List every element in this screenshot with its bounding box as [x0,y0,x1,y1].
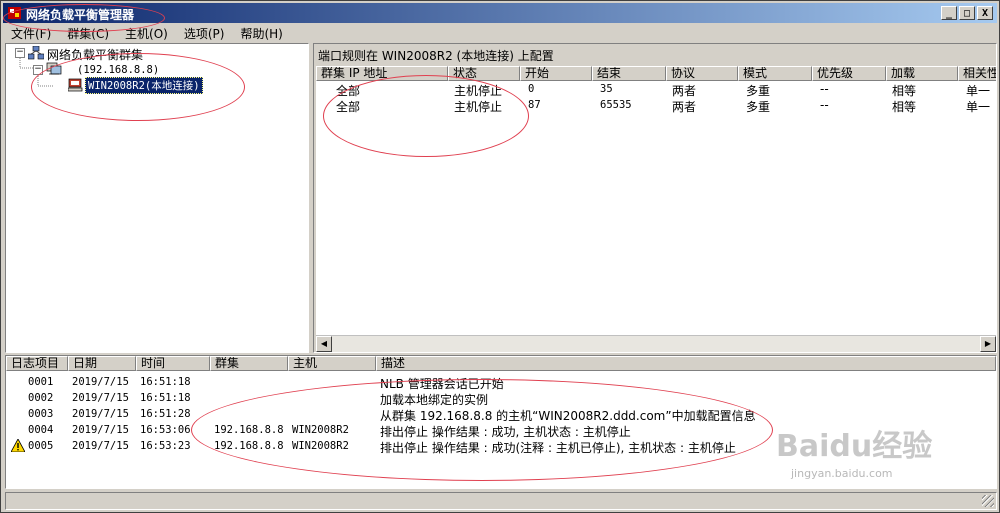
log-row[interactable]: 0005 2019/7/15 16:53:23 192.168.8.8 WIN2008R… [6,438,996,455]
menu-cluster[interactable]: 群集(C) [59,24,117,42]
cluster-icon [46,62,62,75]
tree-collapse-cluster[interactable]: − [33,65,43,75]
log-cell-date: 2019/7/15 [72,408,129,420]
rule-cell-protocol: 两者 [672,100,697,114]
log-col-cluster[interactable]: 群集 [210,356,288,371]
rule-row[interactable]: 全部 主机停止 0 35 两者 多重 -- 相等 单一 [316,81,996,98]
log-cell-id: 0001 [28,376,54,388]
tree-collapse-root[interactable]: − [15,48,25,58]
rule-cell-priority: -- [820,82,829,96]
log-cell-date: 2019/7/15 [72,376,129,388]
port-rules-pane: 端口规则在 WIN2008R2 (本地连接) 上配置 群集 IP 地址 状态 开… [313,43,997,353]
host-computer-icon [68,78,83,92]
log-cell-id: 0004 [28,424,54,436]
window-title: 网络负载平衡管理器 [26,8,135,22]
log-cell-id: 0003 [28,408,54,420]
log-col-host[interactable]: 主机 [288,356,376,371]
log-cell-description: 排出停止 操作结果 : 成功(注释 : 主机已停止), 主机状态 : 主机停止 [380,441,736,455]
scroll-right-button[interactable]: ▶ [980,336,996,352]
minimize-button[interactable]: _ [941,6,957,20]
log-row[interactable]: 0002 2019/7/15 16:51:18 加载本地绑定的实例 [6,390,996,407]
col-affinity[interactable]: 相关性 [958,66,996,81]
log-row[interactable]: 0001 2019/7/15 16:51:18 NLB 管理器会话已开始 [6,374,996,391]
menu-bar: 文件(F) 群集(C) 主机(O) 选项(P) 帮助(H) [3,24,291,42]
menu-options[interactable]: 选项(P) [176,24,233,42]
tree-host-label[interactable]: WIN2008R2(本地连接) [85,77,203,94]
log-row[interactable]: 0004 2019/7/15 16:53:06 192.168.8.8 WIN2008R… [6,422,996,439]
title-bar[interactable]: 网络负载平衡管理器 _ □ X [3,3,997,23]
log-cell-date: 2019/7/15 [72,424,129,436]
col-status[interactable]: 状态 [448,66,520,81]
log-cell-time: 16:51:28 [140,408,191,420]
log-cell-host: WIN2008R2 [292,440,349,452]
menu-file[interactable]: 文件(F) [3,24,59,42]
log-col-description[interactable]: 描述 [376,356,996,371]
col-mode[interactable]: 模式 [738,66,812,81]
col-priority[interactable]: 优先级 [812,66,886,81]
rule-row[interactable]: 全部 主机停止 87 65535 两者 多重 -- 相等 单一 [316,97,996,114]
nlb-app-icon [8,7,21,19]
app-window: 网络负载平衡管理器 _ □ X 文件(F) 群集(C) 主机(O) 选项(P) … [0,0,1000,513]
cluster-tree: − 网络负载平衡群集 − (192.168.8.8) WIN2008R2(本地连… [5,43,309,353]
rule-cell-load: 相等 [892,100,917,114]
rule-cell-ip: 全部 [336,100,361,114]
log-cell-cluster: 192.168.8.8 [214,424,284,436]
col-end[interactable]: 结束 [592,66,666,81]
maximize-button[interactable]: □ [959,6,975,20]
col-start[interactable]: 开始 [520,66,592,81]
log-col-date[interactable]: 日期 [68,356,136,371]
log-cell-id: 0002 [28,392,54,404]
log-cell-time: 16:53:23 [140,440,191,452]
menu-host[interactable]: 主机(O) [117,24,176,42]
log-cell-cluster: 192.168.8.8 [214,440,284,452]
port-rules-header: 端口规则在 WIN2008R2 (本地连接) 上配置 [318,49,554,63]
scroll-left-button[interactable]: ◀ [316,336,332,352]
rule-cell-end: 65535 [600,99,632,111]
rule-cell-start: 87 [528,99,541,111]
log-cell-time: 16:51:18 [140,392,191,404]
cluster-group-icon [28,46,44,60]
log-col-id[interactable]: 日志项目 [6,356,68,371]
resize-grip[interactable] [982,495,994,507]
log-col-time[interactable]: 时间 [136,356,210,371]
col-load[interactable]: 加载 [886,66,958,81]
port-rules-list: 群集 IP 地址 状态 开始 结束 协议 模式 优先级 加载 相关性 全部 主机… [316,66,996,352]
log-cell-time: 16:51:18 [140,376,191,388]
log-cell-date: 2019/7/15 [72,440,129,452]
rule-cell-end: 35 [600,83,613,95]
status-bar [5,492,997,510]
log-row[interactable]: 0003 2019/7/15 16:51:28 从群集 192.168.8.8 的主机… [6,406,996,423]
rule-cell-status: 主机停止 [454,100,503,114]
tree-cluster-label[interactable]: (192.168.8.8) [77,64,159,76]
tree-root-label[interactable]: 网络负载平衡群集 [47,46,143,63]
rule-cell-affinity: 单一 [966,100,991,114]
close-button[interactable]: X [977,6,993,20]
col-cluster-ip[interactable]: 群集 IP 地址 [316,66,448,81]
rules-horizontal-scrollbar[interactable]: ◀ ▶ [316,335,996,352]
log-cell-host: WIN2008R2 [292,424,349,436]
rule-cell-priority: -- [820,98,829,112]
rule-cell-mode: 多重 [746,100,771,114]
warning-icon [11,439,25,452]
log-cell-id: 0005 [28,440,54,452]
menu-help[interactable]: 帮助(H) [232,24,290,42]
log-cell-time: 16:53:06 [140,424,191,436]
log-cell-date: 2019/7/15 [72,392,129,404]
rule-cell-start: 0 [528,83,535,95]
log-pane: 日志项目 日期 时间 群集 主机 描述 0001 2019/7/15 16:51:1… [5,355,997,489]
col-protocol[interactable]: 协议 [666,66,738,81]
